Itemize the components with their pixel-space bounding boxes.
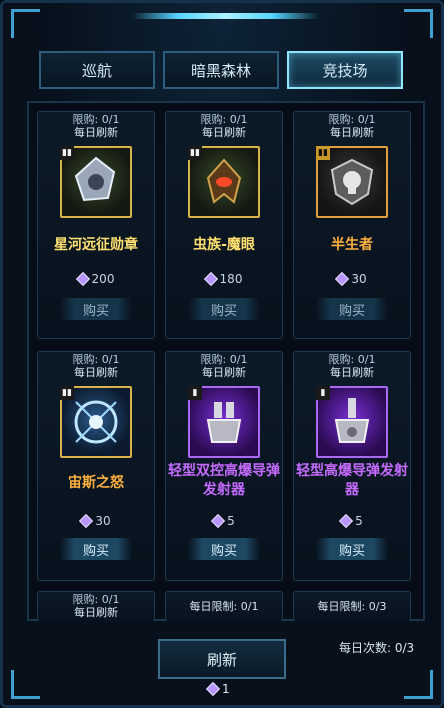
purchase-limit: 限购: 0/1 <box>72 353 120 366</box>
tab-arena[interactable]: 竞技场 <box>287 51 403 89</box>
zerg-eye-icon[interactable]: ▮▮ <box>188 146 260 218</box>
corner-ornament <box>11 670 40 699</box>
refresh-rule: 每日刷新 <box>74 606 118 619</box>
item-price: 5 <box>294 513 410 529</box>
item-name: 星河远征勋章 <box>54 237 138 253</box>
buy-button[interactable]: 购买 <box>188 538 260 560</box>
refresh-rule: 每日刷新 <box>330 126 374 139</box>
shop-item-card: 限购: 0/1 每日刷新 ▮▮ 半生者 30 购买 <box>293 111 411 339</box>
purchase-limit: 限购: 0/1 <box>200 113 248 126</box>
shop-item-card: 限购: 0/1 每日刷新 ▮▮ 虫族-魔眼 180 购买 <box>165 111 283 339</box>
stack-tag-icon: ▮ <box>188 386 202 400</box>
item-name: 半生者 <box>331 237 373 253</box>
shop-item-card: 每日限制: 0/3 <box>293 591 411 621</box>
refresh-rule: 每日刷新 <box>74 366 118 379</box>
shop-item-card: 限购: 0/1 每日刷新 ▮ 轻型高爆导弹发射器 5 购买 <box>293 351 411 581</box>
purchase-limit: 限购: 0/1 <box>72 593 120 606</box>
shop-item-card: 限购: 0/1 每日刷新 ▮▮ 星河远征勋章 200 购买 <box>37 111 155 339</box>
missile-launcher-icon[interactable]: ▮ <box>316 386 388 458</box>
stack-tag-icon: ▮▮ <box>60 146 74 160</box>
corner-ornament <box>404 670 433 699</box>
crystal-currency-icon <box>205 681 221 697</box>
top-glow-bar <box>131 13 319 19</box>
purchase-limit: 限购: 0/1 <box>328 353 376 366</box>
stack-tag-icon: ▮▮ <box>316 146 330 160</box>
corner-ornament <box>404 9 433 38</box>
buy-button[interactable]: 购买 <box>316 538 388 560</box>
daily-limit: 每日限制: 0/3 <box>317 600 387 613</box>
item-price: 30 <box>38 513 154 529</box>
tab-dark-forest[interactable]: 暗黑森林 <box>163 51 279 89</box>
item-price: 180 <box>166 271 282 287</box>
item-name: 轻型双控高爆导弹发射器 <box>168 463 280 498</box>
crystal-currency-icon <box>75 271 90 287</box>
purchase-limit: 限购: 0/1 <box>328 113 376 126</box>
buy-button[interactable]: 购买 <box>316 298 388 320</box>
daily-refresh-count: 每日次数: 0/3 <box>339 641 415 655</box>
crystal-currency-icon <box>203 271 218 287</box>
corner-ornament <box>11 9 40 38</box>
refresh-rule: 每日刷新 <box>74 126 118 139</box>
shop-window: 巡航 暗黑森林 竞技场 限购: 0/1 每日刷新 ▮▮ 星河远征勋章 200 购… <box>0 0 444 708</box>
shop-item-card: 每日限制: 0/1 <box>165 591 283 621</box>
refresh-button[interactable]: 刷新 <box>158 639 286 679</box>
buy-button[interactable]: 购买 <box>60 538 132 560</box>
shop-item-card: 限购: 0/1 每日刷新 ▮ 轻型双控高爆导弹发射器 5 购买 <box>165 351 283 581</box>
item-price: 5 <box>166 513 282 529</box>
zeus-wrath-icon[interactable]: ▮▮ <box>60 386 132 458</box>
stack-tag-icon: ▮▮ <box>188 146 202 160</box>
item-name: 轻型高爆导弹发射器 <box>296 463 408 498</box>
refresh-rule: 每日刷新 <box>202 126 246 139</box>
refresh-rule: 每日刷新 <box>330 366 374 379</box>
crystal-currency-icon <box>79 513 94 529</box>
refresh-cost: 1 <box>205 681 230 697</box>
shop-item-card: 限购: 0/1 每日刷新 <box>37 591 155 621</box>
shop-item-card: 限购: 0/1 每日刷新 ▮▮ 宙斯之怒 30 购买 <box>37 351 155 581</box>
crystal-currency-icon <box>335 271 350 287</box>
half-life-icon[interactable]: ▮▮ <box>316 146 388 218</box>
shop-item-grid: 限购: 0/1 每日刷新 ▮▮ 星河远征勋章 200 购买 限购: 0/1 每日… <box>27 101 425 621</box>
dual-missile-launcher-icon[interactable]: ▮ <box>188 386 260 458</box>
buy-button[interactable]: 购买 <box>60 298 132 320</box>
galaxy-medal-icon[interactable]: ▮▮ <box>60 146 132 218</box>
crystal-currency-icon <box>339 513 354 529</box>
tab-cruise[interactable]: 巡航 <box>39 51 155 89</box>
item-price: 30 <box>294 271 410 287</box>
stack-tag-icon: ▮ <box>316 386 330 400</box>
purchase-limit: 限购: 0/1 <box>200 353 248 366</box>
crystal-currency-icon <box>211 513 226 529</box>
purchase-limit: 限购: 0/1 <box>72 113 120 126</box>
item-name: 虫族-魔眼 <box>193 237 255 253</box>
daily-limit: 每日限制: 0/1 <box>189 600 259 613</box>
item-name: 宙斯之怒 <box>68 475 124 491</box>
refresh-rule: 每日刷新 <box>202 366 246 379</box>
shop-tabs: 巡航 暗黑森林 竞技场 <box>39 51 405 91</box>
item-price: 200 <box>38 271 154 287</box>
stack-tag-icon: ▮▮ <box>60 386 74 400</box>
buy-button[interactable]: 购买 <box>188 298 260 320</box>
